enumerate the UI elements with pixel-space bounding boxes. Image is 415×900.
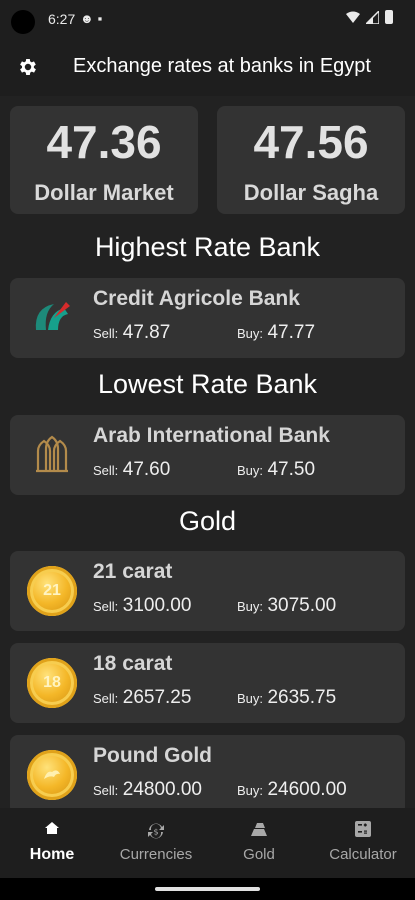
sell-value: 47.87 [122, 322, 171, 343]
dollar-market-label: Dollar Market [34, 180, 174, 205]
gold-title: Gold [178, 506, 237, 536]
sell-value: 2657.25 [122, 687, 192, 708]
lowest-rate-title: Lowest Rate Bank [97, 369, 318, 399]
gold-coin-18-icon: 18 [24, 655, 79, 710]
app-bar: Exchange rates at banks in Egypt [0, 38, 415, 96]
buy-value: 24600.00 [267, 779, 347, 800]
buy-value: 47.50 [267, 459, 316, 480]
highest-rate-bank-card[interactable]: Credit Agricole Bank Sell: 47.87 Buy: 47… [10, 278, 405, 358]
page-title: Exchange rates at banks in Egypt [73, 55, 371, 77]
dollar-market-value: 47.36 [46, 116, 162, 168]
coin-face: 21 [27, 566, 77, 616]
calculator-icon [355, 821, 371, 837]
highest-bank-name: Credit Agricole Bank [93, 287, 300, 310]
gold-pound-coin-icon [24, 747, 79, 802]
gold-buy: Buy: 3075.00 [237, 595, 336, 617]
pound-gold-card[interactable]: Pound Gold Sell: 24800.00 Buy: 24600.00 [10, 735, 405, 815]
bottom-navigation: Home $ Currencies Gold Calculator [0, 808, 415, 878]
nav-calculator[interactable]: Calculator [313, 808, 413, 878]
lowest-bank-name: Arab International Bank [93, 424, 330, 447]
battery-icon [385, 10, 393, 24]
sell-value: 47.60 [122, 459, 171, 480]
highest-rate-title: Highest Rate Bank [94, 232, 321, 262]
gold-sell: Sell: 24800.00 [93, 779, 202, 801]
svg-text:$: $ [153, 828, 158, 837]
gold-item-name: 18 carat [93, 652, 173, 675]
wifi-icon [346, 11, 360, 23]
highest-buy: Buy: 47.77 [237, 322, 315, 344]
sell-label: Sell: [93, 599, 119, 614]
gesture-navigation-bar [0, 878, 415, 900]
gold-buy: Buy: 2635.75 [237, 687, 336, 709]
currency-exchange-icon: $ [148, 823, 164, 839]
coin-emblem-icon [44, 770, 60, 779]
gold-item-name: 21 carat [93, 560, 173, 583]
buy-label: Buy: [237, 326, 264, 341]
buy-value: 3075.00 [267, 595, 337, 616]
gold-item-name: Pound Gold [93, 744, 212, 767]
nav-home[interactable]: Home [2, 808, 102, 878]
sell-label: Sell: [93, 326, 119, 341]
gold-18-carat-card[interactable]: 18 18 carat Sell: 2657.25 Buy: 2635.75 [10, 643, 405, 723]
gold-buy: Buy: 24600.00 [237, 779, 347, 801]
arab-international-bank-logo-icon [36, 435, 68, 473]
dollar-sagha-value: 47.56 [253, 116, 369, 168]
status-time: 6:27 [48, 11, 76, 27]
buy-label: Buy: [237, 599, 264, 614]
status-bar: 6:27 ☻▪ [0, 0, 415, 38]
credit-agricole-logo-icon [35, 302, 70, 330]
coin-face [27, 750, 77, 800]
dollar-sagha-label: Dollar Sagha [243, 180, 379, 205]
camera-cutout [11, 10, 35, 34]
buy-label: Buy: [237, 463, 264, 478]
sell-label: Sell: [93, 691, 119, 706]
notification-icons: ☻▪ [80, 11, 107, 26]
sell-label: Sell: [93, 463, 119, 478]
home-gesture-handle[interactable] [155, 887, 260, 891]
signal-icon [366, 10, 379, 24]
nav-currencies-label: Currencies [119, 846, 193, 863]
buy-value: 2635.75 [267, 687, 337, 708]
nav-home-label: Home [29, 846, 75, 863]
coin-face: 18 [27, 658, 77, 708]
gear-icon[interactable] [17, 56, 39, 78]
lowest-buy: Buy: 47.50 [237, 459, 315, 481]
lowest-sell: Sell: 47.60 [93, 459, 170, 481]
dollar-sagha-card[interactable]: 47.56 Dollar Sagha [217, 106, 405, 214]
nav-gold[interactable]: Gold [209, 808, 309, 878]
dollar-market-card[interactable]: 47.36 Dollar Market [10, 106, 198, 214]
highest-sell: Sell: 47.87 [93, 322, 170, 344]
buy-label: Buy: [237, 783, 264, 798]
lowest-rate-bank-card[interactable]: Arab International Bank Sell: 47.60 Buy:… [10, 415, 405, 495]
gold-bars-icon [251, 823, 267, 836]
buy-label: Buy: [237, 691, 264, 706]
buy-value: 47.77 [267, 322, 316, 343]
sell-label: Sell: [93, 783, 119, 798]
gold-sell: Sell: 3100.00 [93, 595, 191, 617]
system-indicators [346, 10, 393, 24]
gold-21-carat-card[interactable]: 21 21 carat Sell: 3100.00 Buy: 3075.00 [10, 551, 405, 631]
gold-coin-21-icon: 21 [24, 563, 79, 618]
nav-currencies[interactable]: $ Currencies [106, 808, 206, 878]
sell-value: 24800.00 [122, 779, 202, 800]
nav-gold-label: Gold [243, 846, 275, 863]
home-icon [45, 822, 59, 834]
nav-calculator-label: Calculator [329, 846, 397, 863]
gold-sell: Sell: 2657.25 [93, 687, 191, 709]
sell-value: 3100.00 [122, 595, 192, 616]
